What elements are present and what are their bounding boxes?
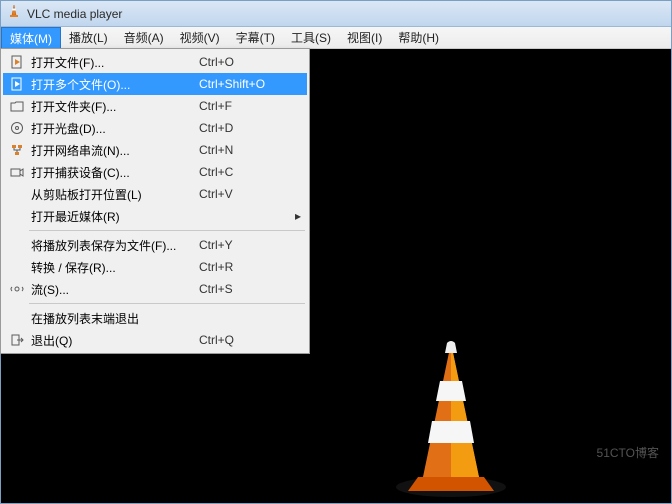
menu-item-label: 从剪贴板打开位置(L): [27, 186, 199, 203]
menu-item-label: 将播放列表保存为文件(F)...: [27, 237, 199, 254]
file-play-icon: [7, 77, 27, 91]
menu-item-shortcut: Ctrl+D: [199, 121, 289, 135]
menu-item-13[interactable]: 在播放列表末端退出: [3, 307, 307, 329]
menu-item-5[interactable]: 打开捕获设备(C)...Ctrl+C: [3, 161, 307, 183]
menu-separator: [29, 303, 305, 304]
menu-item-label: 打开多个文件(O)...: [27, 76, 199, 93]
menu-item-label: 退出(Q): [27, 332, 199, 349]
menu-view[interactable]: 视图(I): [339, 27, 390, 48]
quit-icon: [7, 333, 27, 347]
window-title: VLC media player: [27, 7, 122, 21]
menu-item-1[interactable]: 打开多个文件(O)...Ctrl+Shift+O: [3, 73, 307, 95]
menubar: 媒体(M) 播放(L) 音频(A) 视频(V) 字幕(T) 工具(S) 视图(I…: [1, 27, 671, 49]
menu-item-10[interactable]: 转换 / 保存(R)...Ctrl+R: [3, 256, 307, 278]
menu-video[interactable]: 视频(V): [172, 27, 228, 48]
menu-item-11[interactable]: 流(S)...Ctrl+S: [3, 278, 307, 300]
menu-item-0[interactable]: 打开文件(F)...Ctrl+O: [3, 51, 307, 73]
menu-item-9[interactable]: 将播放列表保存为文件(F)...Ctrl+Y: [3, 234, 307, 256]
file-play-icon: [7, 55, 27, 69]
watermark: 51CTO博客: [597, 444, 659, 461]
menu-item-label: 流(S)...: [27, 281, 199, 298]
menu-item-shortcut: Ctrl+F: [199, 99, 289, 113]
menu-item-shortcut: Ctrl+C: [199, 165, 289, 179]
menu-item-2[interactable]: 打开文件夹(F)...Ctrl+F: [3, 95, 307, 117]
menu-item-shortcut: Ctrl+V: [199, 187, 289, 201]
menu-item-shortcut: Ctrl+S: [199, 282, 289, 296]
menu-item-6[interactable]: 从剪贴板打开位置(L)Ctrl+V: [3, 183, 307, 205]
menu-separator: [29, 230, 305, 231]
menu-media[interactable]: 媒体(M): [1, 27, 61, 48]
menu-item-label: 打开最近媒体(R): [27, 208, 199, 225]
menu-item-shortcut: Ctrl+Y: [199, 238, 289, 252]
menu-item-label: 转换 / 保存(R)...: [27, 259, 199, 276]
menu-item-shortcut: Ctrl+O: [199, 55, 289, 69]
menu-play[interactable]: 播放(L): [61, 27, 116, 48]
menu-item-label: 打开网络串流(N)...: [27, 142, 199, 159]
menu-tools[interactable]: 工具(S): [283, 27, 339, 48]
menu-item-label: 在播放列表末端退出: [27, 310, 199, 327]
menu-item-label: 打开文件(F)...: [27, 54, 199, 71]
network-icon: [7, 143, 27, 157]
menu-item-shortcut: Ctrl+Shift+O: [199, 77, 289, 91]
menu-item-label: 打开文件夹(F)...: [27, 98, 199, 115]
menu-item-shortcut: Ctrl+N: [199, 143, 289, 157]
titlebar: VLC media player: [1, 1, 671, 27]
folder-icon: [7, 99, 27, 113]
menu-item-label: 打开光盘(D)...: [27, 120, 199, 137]
menu-audio[interactable]: 音频(A): [116, 27, 172, 48]
app-icon: [7, 4, 21, 23]
menu-help[interactable]: 帮助(H): [390, 27, 447, 48]
media-menu-dropdown: 打开文件(F)...Ctrl+O打开多个文件(O)...Ctrl+Shift+O…: [0, 48, 310, 354]
menu-item-7[interactable]: 打开最近媒体(R) ▸: [3, 205, 307, 227]
capture-icon: [7, 165, 27, 179]
menu-item-label: 打开捕获设备(C)...: [27, 164, 199, 181]
vlc-logo: [381, 329, 521, 504]
disc-icon: [7, 121, 27, 135]
app-window: VLC media player 媒体(M) 播放(L) 音频(A) 视频(V)…: [0, 0, 672, 504]
submenu-arrow-icon: ▸: [289, 209, 301, 223]
menu-item-shortcut: Ctrl+Q: [199, 333, 289, 347]
menu-item-3[interactable]: 打开光盘(D)...Ctrl+D: [3, 117, 307, 139]
menu-subtitle[interactable]: 字幕(T): [228, 27, 283, 48]
stream-icon: [7, 282, 27, 296]
menu-item-4[interactable]: 打开网络串流(N)...Ctrl+N: [3, 139, 307, 161]
menu-item-shortcut: Ctrl+R: [199, 260, 289, 274]
menu-item-14[interactable]: 退出(Q)Ctrl+Q: [3, 329, 307, 351]
